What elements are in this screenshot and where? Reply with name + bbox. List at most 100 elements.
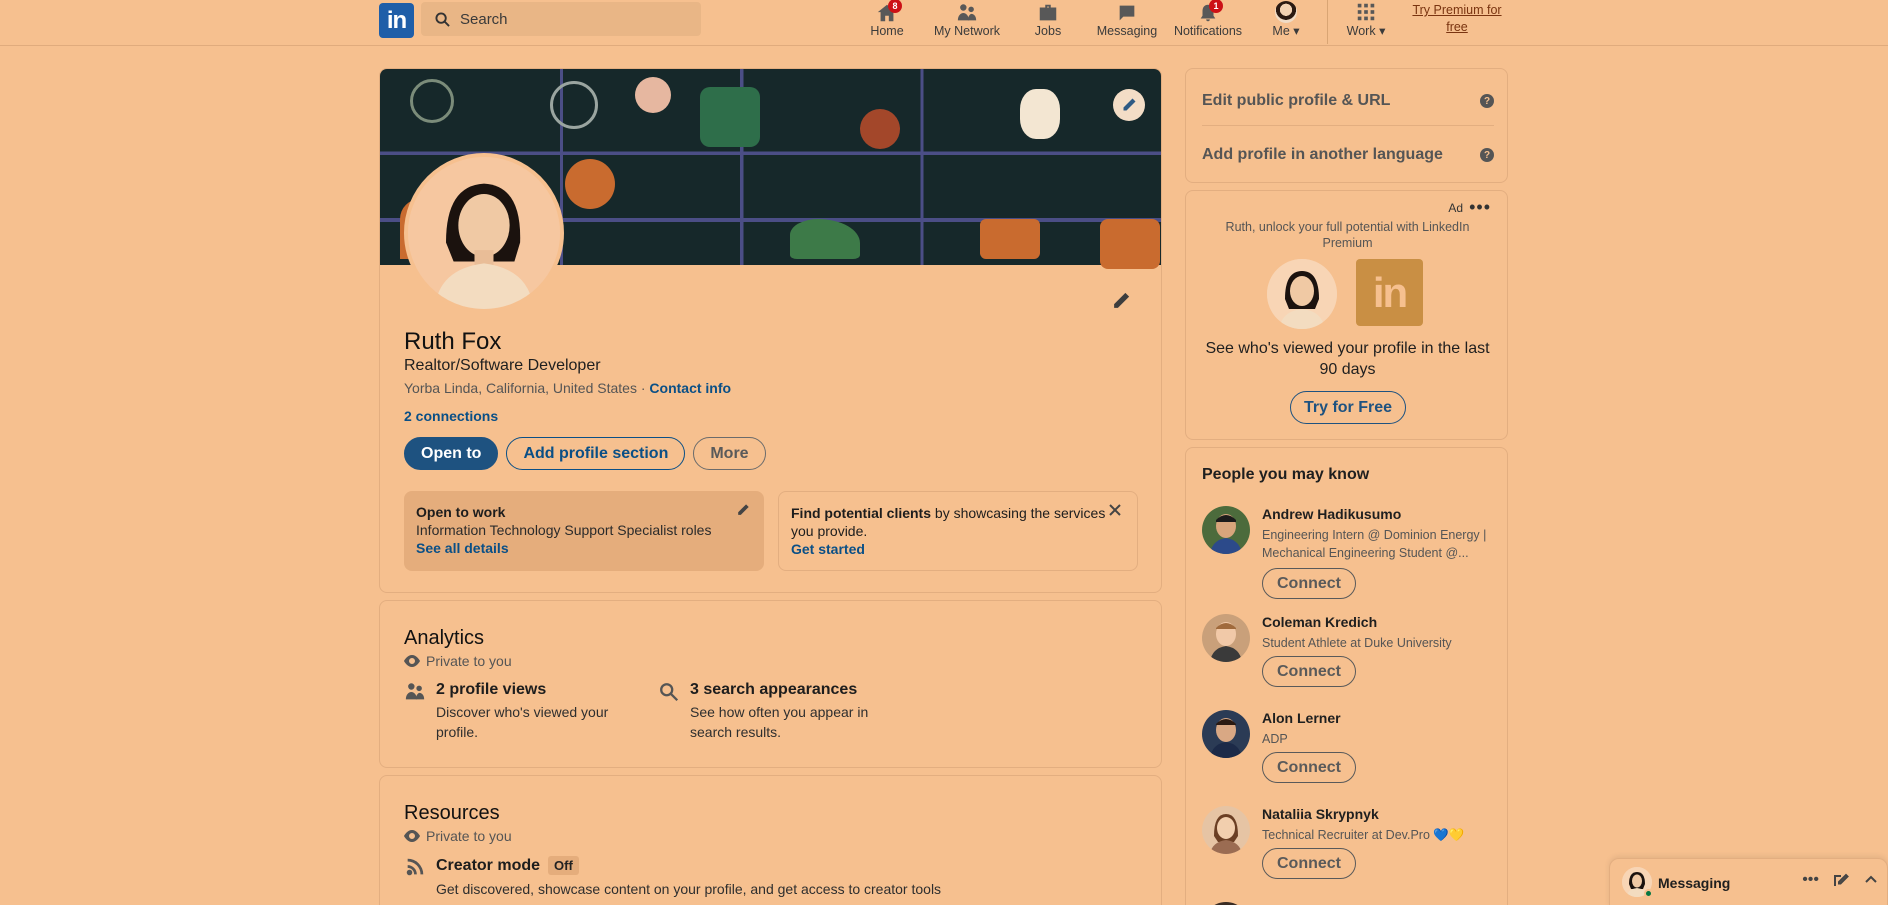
notifications-badge: 1 — [1209, 0, 1223, 13]
person-name[interactable]: Nataliia Skrypnyk — [1262, 806, 1379, 822]
ad-subtext: See who's viewed your profile in the las… — [1205, 340, 1490, 378]
more-options-icon[interactable]: ••• — [1802, 871, 1819, 889]
message-icon — [1119, 5, 1135, 21]
premium-ad-card: Ad ••• Ruth, unlock your full potential … — [1185, 190, 1508, 440]
caret-down-icon: ▾ — [1379, 24, 1386, 38]
resources-private-label: Private to you — [426, 828, 512, 844]
pymk-title: People you may know — [1202, 466, 1370, 483]
search-placeholder: Search — [460, 10, 508, 28]
profile-photo-image — [408, 157, 560, 309]
list-item: Andrew Hadikusumo Engineering Intern @ D… — [1202, 506, 1497, 602]
eye-icon — [404, 830, 420, 842]
chevron-up-icon[interactable] — [1863, 872, 1879, 888]
contact-info-link[interactable]: Contact info — [649, 380, 731, 396]
dismiss-button[interactable] — [1107, 502, 1125, 520]
more-button[interactable]: More — [693, 437, 766, 470]
resources-card: Resources Private to you Creator mode Off… — [379, 775, 1162, 905]
help-icon[interactable]: ? — [1480, 148, 1494, 162]
search-appearances-stat[interactable]: 3 search appearances See how often you a… — [658, 681, 890, 742]
search-appearances-sub: See how often you appear in search resul… — [690, 704, 869, 740]
nav-my-network[interactable]: My Network — [931, 0, 1003, 44]
add-profile-section-button[interactable]: Add profile section — [506, 437, 686, 470]
edit-cover-button[interactable] — [1113, 89, 1145, 121]
messaging-actions: ••• — [1802, 871, 1879, 889]
profile-views-heading: 2 profile views — [436, 681, 547, 698]
compose-icon[interactable] — [1833, 872, 1849, 888]
nav-my-network-label: My Network — [934, 24, 1000, 38]
online-status-icon — [1644, 889, 1653, 898]
profile-card: Ruth Fox Realtor/Software Developer Yorb… — [379, 68, 1162, 593]
add-language-label: Add profile in another language — [1202, 146, 1443, 163]
person-desc: Student Athlete at Duke University — [1262, 636, 1452, 650]
help-icon[interactable]: ? — [1480, 94, 1494, 108]
profile-views-sub: Discover who's viewed your profile. — [436, 704, 609, 740]
list-item: Coleman Kredich Student Athlete at Duke … — [1202, 614, 1497, 698]
nav-notifications-label: Notifications — [1173, 24, 1243, 38]
profile-name: Ruth Fox — [404, 328, 502, 355]
people-icon — [405, 683, 425, 700]
profile-photo[interactable] — [404, 153, 564, 313]
connections-link[interactable]: 2 connections — [404, 408, 498, 424]
nav-home[interactable]: 8 Home — [866, 0, 908, 44]
home-badge: 8 — [888, 0, 902, 13]
try-for-free-button[interactable]: Try for Free — [1290, 391, 1406, 424]
pencil-icon — [1114, 292, 1130, 308]
add-language-link[interactable]: Add profile in another language ? — [1202, 131, 1494, 179]
edit-public-profile-link[interactable]: Edit public profile & URL ? — [1202, 77, 1494, 125]
profile-actions: Open to Add profile section More — [404, 437, 766, 470]
person-desc: Technical Recruiter at Dev.Pro 💙💛 — [1262, 828, 1465, 842]
search-icon — [435, 11, 450, 27]
person-name[interactable]: Alon Lerner — [1262, 710, 1341, 726]
nav-me-row: Me ▾ — [1272, 23, 1299, 38]
messaging-bar[interactable]: Messaging ••• — [1609, 858, 1888, 905]
divider — [1202, 125, 1494, 126]
connect-button[interactable]: Connect — [1262, 568, 1356, 599]
network-icon — [957, 4, 977, 21]
see-all-details-link[interactable]: See all details — [416, 540, 509, 556]
avatar[interactable] — [1202, 806, 1250, 854]
edit-intro-button[interactable] — [1107, 287, 1135, 315]
person-name[interactable]: Coleman Kredich — [1262, 614, 1377, 630]
profile-views-stat[interactable]: 2 profile views Discover who's viewed yo… — [404, 681, 626, 742]
nav-jobs-label: Jobs — [1034, 24, 1062, 38]
nav-me[interactable]: Me ▾ — [1268, 0, 1304, 44]
person-desc: Engineering Intern @ Dominion Energy | M… — [1262, 528, 1487, 561]
find-clients-bold: Find potential clients — [791, 505, 932, 521]
find-clients-card: Find potential clients by showcasing the… — [778, 491, 1138, 571]
nav-notifications[interactable]: 1 Notifications — [1171, 0, 1245, 44]
connect-button[interactable]: Connect — [1262, 752, 1356, 783]
grid-icon — [1357, 3, 1375, 21]
creator-mode-label: Creator mode — [436, 856, 541, 874]
nav-work[interactable]: Work ▾ — [1343, 0, 1389, 44]
search-appearances-heading: 3 search appearances — [690, 681, 858, 698]
nav-work-label: Work — [1346, 24, 1376, 38]
top-nav: in Search 8 Home My Network Jobs Messagi… — [0, 0, 1888, 46]
avatar[interactable] — [1202, 614, 1250, 662]
connect-button[interactable]: Connect — [1262, 656, 1356, 687]
messaging-label: Messaging — [1658, 875, 1731, 891]
open-to-button[interactable]: Open to — [404, 437, 499, 470]
nav-home-label: Home — [870, 24, 904, 38]
nav-jobs[interactable]: Jobs — [1030, 0, 1066, 44]
list-item: Nataliia Skrypnyk Technical Recruiter at… — [1202, 806, 1497, 890]
avatar[interactable] — [1202, 506, 1250, 554]
edit-open-to-work-button[interactable] — [736, 503, 752, 519]
profile-settings-card: Edit public profile & URL ? Add profile … — [1185, 68, 1508, 183]
nav-messaging-label: Messaging — [1096, 24, 1158, 38]
more-options-icon[interactable]: ••• — [1469, 197, 1491, 218]
linkedin-logo: in — [1356, 259, 1423, 326]
linkedin-logo[interactable]: in — [379, 3, 414, 38]
person-name[interactable]: Andrew Hadikusumo — [1262, 506, 1401, 522]
creator-mode-status: Off — [548, 856, 579, 875]
try-premium-link[interactable]: Try Premium for free — [1409, 2, 1505, 36]
connect-button[interactable]: Connect — [1262, 848, 1356, 879]
separator: · — [640, 380, 646, 396]
get-started-link[interactable]: Get started — [791, 541, 865, 557]
analytics-private-label: Private to you — [426, 653, 512, 669]
nav-messaging[interactable]: Messaging — [1095, 0, 1159, 44]
search-input[interactable]: Search — [421, 2, 701, 36]
avatar[interactable] — [1202, 710, 1250, 758]
creator-mode-item[interactable]: Creator mode Off Get discovered, showcase… — [404, 856, 941, 897]
ad-avatar — [1267, 259, 1337, 329]
open-to-work-card[interactable]: Open to work Information Technology Supp… — [404, 491, 764, 571]
